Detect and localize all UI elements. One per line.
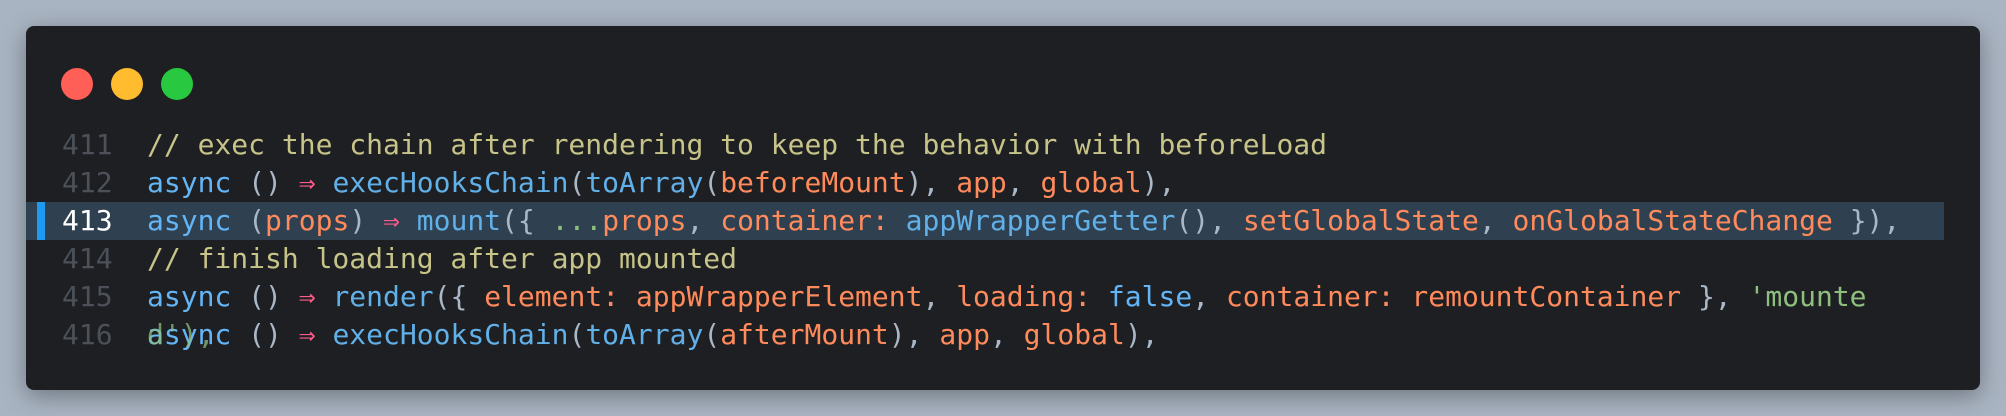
code-token: d'), bbox=[147, 318, 215, 351]
code-token: }, bbox=[1681, 280, 1749, 313]
code-token: async bbox=[147, 166, 232, 199]
code-token: app bbox=[939, 318, 990, 351]
window-controls bbox=[61, 68, 193, 100]
code-token: ( bbox=[568, 166, 586, 199]
code-token: 'mounte bbox=[1748, 280, 1867, 313]
code-token: ( bbox=[703, 318, 721, 351]
code-token: , bbox=[1006, 166, 1041, 199]
code-token: app bbox=[956, 166, 1007, 199]
code-token: ⇒ bbox=[298, 166, 316, 199]
code-token: props bbox=[602, 204, 687, 237]
code-token: loading: bbox=[956, 280, 1092, 313]
code-token: ( bbox=[568, 318, 586, 351]
line-number: 411 bbox=[62, 128, 113, 161]
code-token: toArray bbox=[585, 318, 704, 351]
line-source: async () ⇒ execHooksChain(toArray(before… bbox=[147, 164, 1175, 202]
code-token: render bbox=[332, 280, 434, 313]
line-number: 412 bbox=[62, 166, 113, 199]
code-token: ⇒ bbox=[298, 318, 316, 351]
line-number: 415 bbox=[62, 280, 113, 313]
line-number: 413 bbox=[62, 204, 113, 237]
code-token: global bbox=[1023, 318, 1125, 351]
line-source: // finish loading after app mounted bbox=[147, 240, 737, 278]
close-window-button[interactable] bbox=[61, 68, 93, 100]
code-token: ), bbox=[888, 318, 940, 351]
code-token: , bbox=[1478, 204, 1513, 237]
code-token: () bbox=[231, 318, 299, 351]
code-line[interactable]: 413 async (props) ⇒ mount({ ...props, con… bbox=[26, 202, 1944, 240]
code-token: async bbox=[147, 204, 232, 237]
code-token: onGlobalStateChange bbox=[1512, 204, 1833, 237]
code-token: remountContainer bbox=[1411, 280, 1682, 313]
code-token: // finish loading after app mounted bbox=[147, 242, 738, 275]
wrapped-text-overlay: d'), bbox=[147, 316, 214, 354]
code-line[interactable]: 415 async () ⇒ render({ element: appWrapp… bbox=[26, 278, 1980, 316]
code-token: beforeMount bbox=[720, 166, 906, 199]
code-token: , bbox=[1192, 280, 1226, 313]
line-source: // exec the chain after rendering to kee… bbox=[147, 126, 1327, 164]
code-token: ({ bbox=[501, 204, 552, 237]
code-token: mount bbox=[416, 204, 502, 237]
code-token: ⇒ bbox=[383, 204, 400, 237]
code-token: global bbox=[1040, 166, 1142, 199]
line-number: 416 bbox=[62, 318, 113, 351]
code-token: execHooksChain bbox=[332, 318, 569, 351]
code-editor[interactable]: 411 // exec the chain after rendering to … bbox=[26, 126, 1980, 354]
current-line-marker bbox=[37, 202, 45, 240]
code-token: element: bbox=[484, 280, 620, 313]
code-token: ) bbox=[349, 204, 384, 237]
code-line[interactable]: 412 async () ⇒ execHooksChain(toArray(bef… bbox=[26, 164, 1980, 202]
code-token: , bbox=[686, 204, 721, 237]
code-token: afterMount bbox=[720, 318, 889, 351]
code-token: ( bbox=[703, 166, 721, 199]
code-token: container: bbox=[720, 204, 889, 237]
line-number: 414 bbox=[62, 242, 113, 275]
code-token: false bbox=[1107, 280, 1193, 313]
code-token: toArray bbox=[585, 166, 704, 199]
code-token: (), bbox=[1175, 204, 1243, 237]
code-token: ), bbox=[1124, 318, 1159, 351]
code-token: ( bbox=[231, 204, 266, 237]
code-token: appWrapperGetter bbox=[905, 204, 1176, 237]
code-token: appWrapperElement bbox=[635, 280, 923, 313]
code-token: ({ bbox=[433, 280, 485, 313]
code-token: ... bbox=[551, 204, 603, 237]
code-token: , bbox=[989, 318, 1024, 351]
code-line[interactable]: 414 // finish loading after app mounted bbox=[26, 240, 1980, 278]
minimize-window-button[interactable] bbox=[111, 68, 143, 100]
line-source: async (props) ⇒ mount({ ...props, contai… bbox=[147, 202, 1900, 240]
code-token: () bbox=[231, 280, 299, 313]
code-token: ), bbox=[905, 166, 957, 199]
code-token: async bbox=[147, 280, 232, 313]
code-token: // exec the chain after rendering to kee… bbox=[147, 128, 1328, 161]
code-line[interactable]: 411 // exec the chain after rendering to … bbox=[26, 126, 1980, 164]
code-token: , bbox=[922, 280, 957, 313]
maximize-window-button[interactable] bbox=[161, 68, 193, 100]
line-source: async () ⇒ render({ element: appWrapperE… bbox=[147, 278, 1867, 316]
code-window: 411 // exec the chain after rendering to … bbox=[26, 26, 1980, 390]
code-token: }), bbox=[1832, 204, 1901, 237]
line-source: async () ⇒ execHooksChain(toArray(afterM… bbox=[147, 316, 1159, 354]
code-token: execHooksChain bbox=[332, 166, 569, 199]
code-token: props bbox=[265, 204, 350, 237]
code-token: setGlobalState bbox=[1242, 204, 1479, 237]
code-token: () bbox=[231, 166, 299, 199]
code-token: ⇒ bbox=[298, 280, 316, 313]
code-token: container: bbox=[1225, 280, 1395, 313]
code-token: ), bbox=[1141, 166, 1176, 199]
code-line[interactable]: 416 async () ⇒ execHooksChain(toArray(aft… bbox=[26, 316, 1980, 354]
